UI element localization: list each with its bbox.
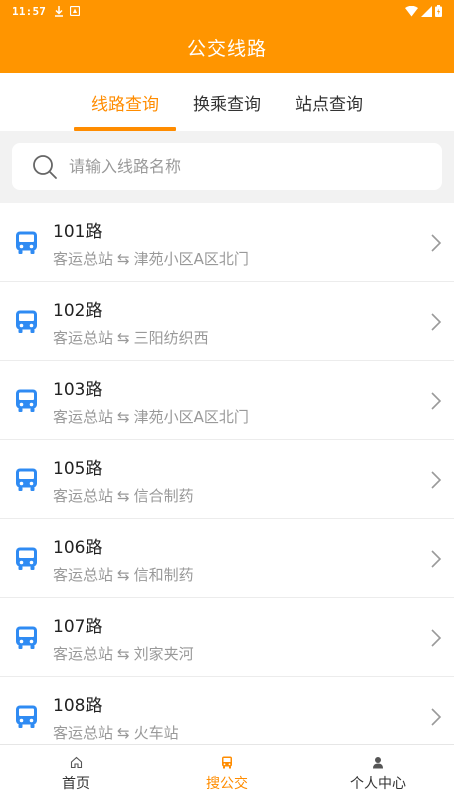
nav-home[interactable]: 首页 (26, 745, 126, 807)
battery-icon (435, 5, 442, 17)
route-from: 客运总站 (53, 329, 114, 347)
nav-profile-label: 个人中心 (350, 776, 406, 792)
route-endpoints: 客运总站 ⇆ 三阳纺织西 (53, 327, 209, 348)
route-row[interactable]: 107路客运总站 ⇆ 刘家夹河 (0, 598, 454, 677)
route-to: 火车站 (133, 724, 179, 742)
route-name: 103路 (53, 380, 103, 400)
bidirectional-arrow-icon: ⇆ (117, 329, 130, 347)
route-to: 刘家夹河 (133, 645, 194, 663)
bidirectional-arrow-icon: ⇆ (117, 645, 130, 663)
route-to: 三阳纺织西 (133, 329, 209, 347)
bus-icon (15, 626, 38, 650)
download-icon (55, 5, 64, 17)
search-icon (31, 153, 59, 181)
tab-bar: 线路查询 换乘查询 站点查询 (0, 73, 454, 131)
wifi-icon (405, 5, 418, 16)
status-bar: 11:57 (0, 0, 454, 22)
route-endpoints: 客运总站 ⇆ 津苑小区A区北门 (53, 248, 249, 269)
bus-icon (15, 547, 38, 571)
tab-transfer-query[interactable]: 换乘查询 (176, 73, 278, 131)
route-to: 信和制药 (133, 566, 194, 584)
route-from: 客运总站 (53, 566, 114, 584)
bottom-nav: 首页 搜公交 个人中心 (0, 744, 454, 807)
route-row[interactable]: 106路客运总站 ⇆ 信和制药 (0, 519, 454, 598)
route-endpoints: 客运总站 ⇆ 信和制药 (53, 564, 194, 585)
bidirectional-arrow-icon: ⇆ (117, 566, 130, 584)
route-to: 信合制药 (133, 487, 194, 505)
route-to: 津苑小区A区北门 (133, 408, 249, 426)
chevron-right-icon (430, 628, 442, 648)
chevron-right-icon (430, 549, 442, 569)
app-notification-icon (70, 6, 81, 16)
bus-icon (15, 389, 38, 413)
bidirectional-arrow-icon: ⇆ (117, 408, 130, 426)
route-from: 客运总站 (53, 487, 114, 505)
page-title: 公交线路 (186, 38, 267, 60)
route-from: 客运总站 (53, 408, 114, 426)
route-list: 101路 客运总站 ⇆ 津苑小区A区北门 102路 客运总站 ⇆ 三阳纺织西 103路 客运总站 ⇆… (0, 203, 454, 744)
route-endpoints: 客运总站 ⇆ 火车站 (53, 722, 179, 743)
nav-home-label: 首页 (62, 776, 90, 792)
route-name: 108路 (53, 696, 103, 716)
status-time: 11:57 (12, 4, 47, 18)
route-row[interactable]: 102路客运总站 ⇆ 三阳纺织西 (0, 282, 454, 361)
bidirectional-arrow-icon: ⇆ (117, 724, 130, 742)
chevron-right-icon (430, 391, 442, 411)
route-row[interactable]: 108路客运总站 ⇆ 火车站 (0, 677, 454, 744)
route-name: 106路 (53, 538, 103, 558)
nav-profile[interactable]: 个人中心 (328, 745, 428, 807)
search-box[interactable] (12, 143, 442, 190)
route-name: 101路 (53, 222, 103, 242)
route-row[interactable]: 105路客运总站 ⇆ 信合制药 (0, 440, 454, 519)
bus-icon (15, 231, 38, 255)
route-row[interactable]: 101路客运总站 ⇆ 津苑小区A区北门 (0, 203, 454, 282)
signal-icon (421, 5, 432, 17)
app-bar: 公交线路 (0, 22, 454, 73)
route-row[interactable]: 103路客运总站 ⇆ 津苑小区A区北门 (0, 361, 454, 440)
home-icon (69, 755, 83, 769)
chevron-right-icon (430, 707, 442, 727)
route-name: 105路 (53, 459, 103, 479)
bus-icon (220, 755, 234, 769)
bidirectional-arrow-icon: ⇆ (117, 250, 130, 268)
route-name: 102路 (53, 301, 103, 321)
tab-route-query[interactable]: 线路查询 (74, 73, 176, 131)
tab-stop-query[interactable]: 站点查询 (278, 73, 380, 131)
chevron-right-icon (430, 233, 442, 253)
route-to: 津苑小区A区北门 (133, 250, 249, 268)
search-input[interactable] (69, 151, 442, 182)
nav-search-bus[interactable]: 搜公交 (177, 745, 277, 807)
chevron-right-icon (430, 312, 442, 332)
route-endpoints: 客运总站 ⇆ 信合制药 (53, 485, 194, 506)
bidirectional-arrow-icon: ⇆ (117, 487, 130, 505)
bus-icon (15, 468, 38, 492)
bus-icon (15, 310, 38, 334)
person-icon (371, 755, 385, 769)
route-name: 107路 (53, 617, 103, 637)
route-from: 客运总站 (53, 645, 114, 663)
route-endpoints: 客运总站 ⇆ 刘家夹河 (53, 643, 194, 664)
route-endpoints: 客运总站 ⇆ 津苑小区A区北门 (53, 406, 249, 427)
bus-icon (15, 705, 38, 729)
route-from: 客运总站 (53, 724, 114, 742)
chevron-right-icon (430, 470, 442, 490)
route-from: 客运总站 (53, 250, 114, 268)
search-area (0, 131, 454, 203)
nav-search-bus-label: 搜公交 (206, 776, 248, 792)
